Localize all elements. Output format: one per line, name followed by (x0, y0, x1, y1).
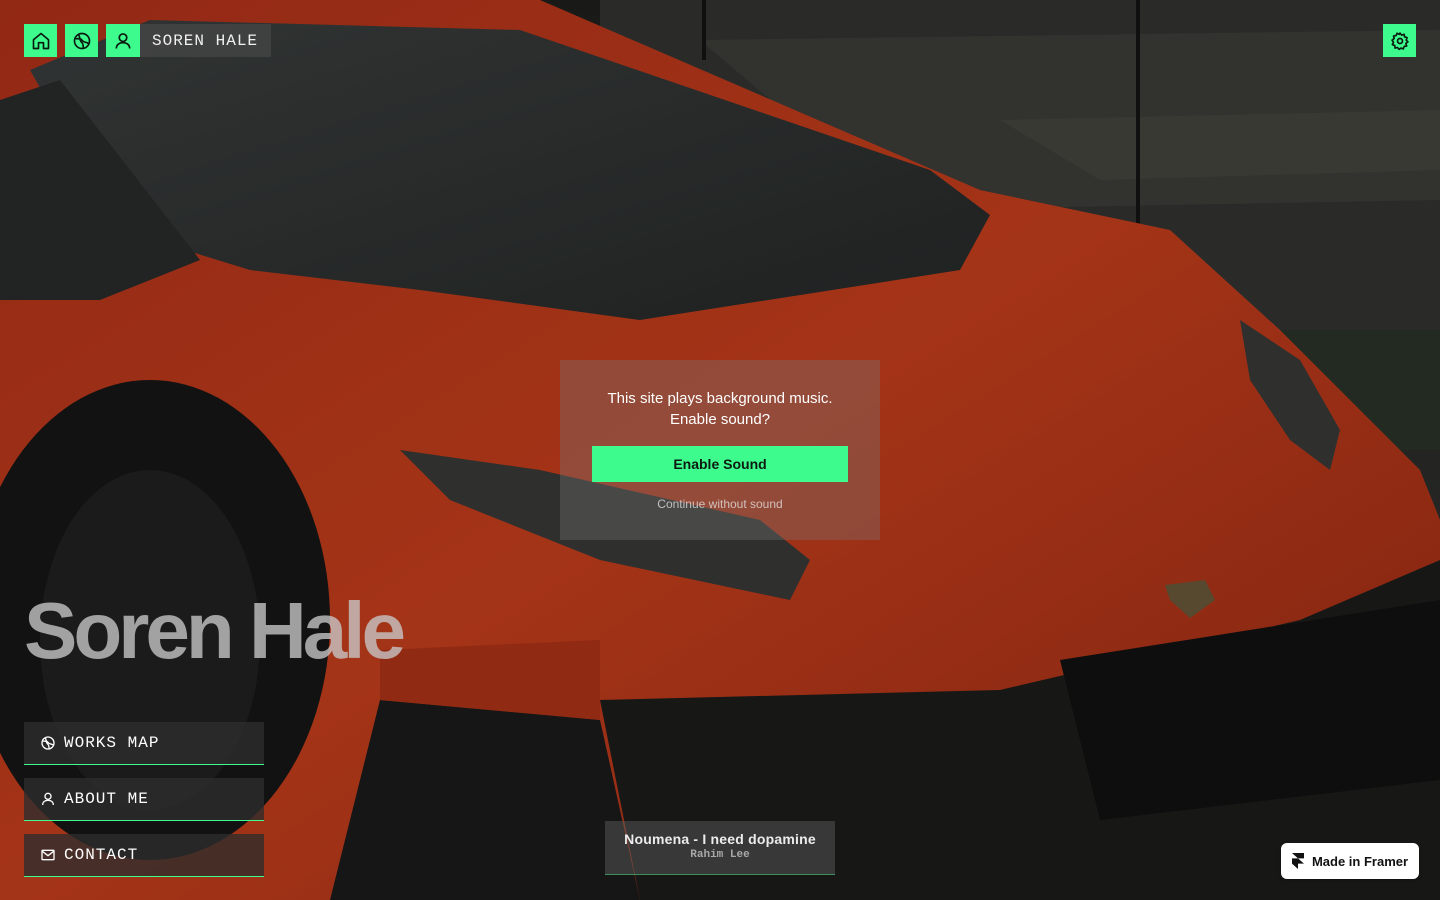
track-title: Noumena - I need dopamine (624, 831, 816, 847)
globe-icon (41, 736, 55, 750)
home-icon (32, 32, 49, 49)
badge-label: Made in Framer (1311, 853, 1409, 869)
globe-button[interactable] (65, 24, 98, 57)
nav-item-label: WORKS MAP (64, 734, 160, 752)
nav-item-label: ABOUT ME (64, 790, 149, 808)
now-playing[interactable]: Noumena - I need dopamine Rahim Lee (605, 821, 835, 875)
framer-logo-icon (1291, 853, 1304, 869)
main-nav: WORKS MAP ABOUT ME CONTACT (24, 722, 264, 877)
sound-dialog: This site plays background music. Enable… (560, 360, 880, 540)
profile-button[interactable] (106, 24, 140, 57)
dialog-message: This site plays background music. Enable… (607, 390, 833, 428)
gear-icon (1390, 31, 1409, 50)
nav-item-label: CONTACT (64, 846, 139, 864)
top-bar: SOREN HALE (24, 24, 272, 57)
globe-icon (73, 32, 90, 49)
nav-item-about-me[interactable]: ABOUT ME (24, 778, 264, 821)
user-icon (42, 792, 54, 806)
profile-name: SOREN HALE (140, 24, 272, 57)
nav-item-contact[interactable]: CONTACT (24, 834, 264, 877)
profile-chip[interactable]: SOREN HALE (106, 24, 272, 57)
home-button[interactable] (24, 24, 57, 57)
continue-without-sound-link[interactable]: Continue without sound (657, 497, 782, 511)
made-in-framer-badge[interactable]: Made in Framer (1281, 843, 1419, 879)
mail-icon (41, 849, 55, 861)
hero-title: Soren Hale (24, 586, 406, 675)
nav-item-works-map[interactable]: WORKS MAP (24, 722, 264, 765)
track-artist: Rahim Lee (690, 849, 750, 861)
enable-sound-button[interactable]: Enable Sound (592, 446, 848, 482)
settings-button[interactable] (1383, 24, 1416, 57)
user-icon (115, 32, 131, 49)
